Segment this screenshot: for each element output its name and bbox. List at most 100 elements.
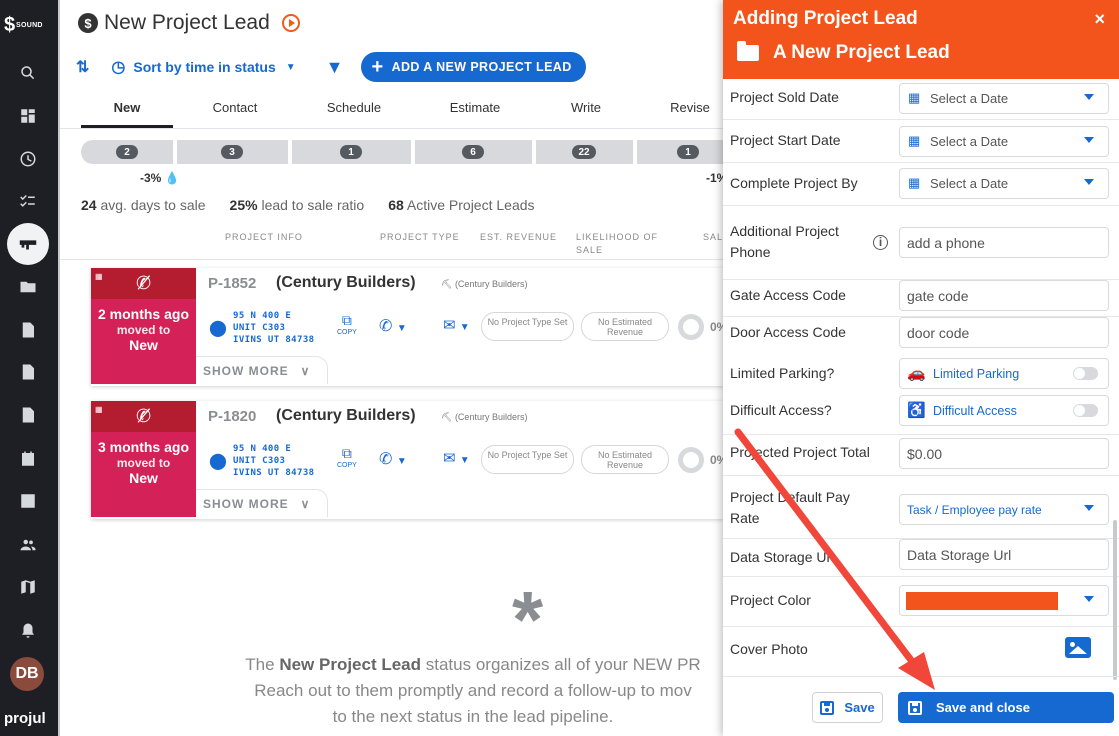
copy-address-button[interactable]: ⧉ COPY xyxy=(337,312,357,336)
leads-icon[interactable] xyxy=(7,223,49,265)
tab-estimate[interactable]: Estimate xyxy=(430,100,520,115)
clock-icon[interactable] xyxy=(14,145,42,173)
phone-dropdown[interactable]: ✆ ▼ xyxy=(379,316,407,336)
email-dropdown[interactable]: ✉ ▼ xyxy=(443,316,470,334)
form-row-parking: Limited Parking? 🚗 Limited Parking xyxy=(723,353,1119,390)
sort-dropdown[interactable]: Sort by time in status xyxy=(133,59,275,75)
save-button[interactable]: Save xyxy=(812,692,883,723)
search-icon[interactable] xyxy=(14,59,42,87)
chevron-down-icon xyxy=(1084,137,1094,143)
customer-name[interactable]: (Century Builders) xyxy=(276,407,416,425)
column-header[interactable]: PROJECT TYPE xyxy=(380,232,460,242)
pipeline-count: 6 xyxy=(462,145,484,159)
column-header[interactable]: EST. REVENUE xyxy=(480,232,557,242)
data-storage-url-input[interactable]: Data Storage Url xyxy=(899,539,1109,570)
chevron-down-icon[interactable]: ▼ xyxy=(286,62,296,73)
pipeline-count: 1 xyxy=(677,145,699,159)
sort-icon[interactable]: ⇅ xyxy=(76,57,89,77)
invoice-icon[interactable] xyxy=(14,358,42,386)
project-total-input[interactable]: $0.00 xyxy=(899,438,1109,469)
panel-scrollbar[interactable] xyxy=(1113,520,1117,680)
lead-card[interactable]: ✆̸ ▦ 2 months ago moved to New P-1852 (C… xyxy=(91,268,727,386)
document-icon[interactable] xyxy=(14,316,42,344)
customer-sub: ⛏ (Century Builders) xyxy=(441,412,528,422)
address[interactable]: 95 N 400 E UNIT C303 IVINS UT 84738 xyxy=(233,310,314,346)
lead-stats: 24 avg. days to sale 25% lead to sale ra… xyxy=(81,197,535,213)
phone-input[interactable]: add a phone xyxy=(899,227,1109,258)
pipeline-count: 22 xyxy=(572,145,596,159)
sold-date-picker[interactable]: ▦ Select a Date xyxy=(899,83,1109,114)
tab-contact[interactable]: Contact xyxy=(190,100,280,115)
phone-dropdown[interactable]: ✆ ▼ xyxy=(379,449,407,469)
copy-address-button[interactable]: ⧉ COPY xyxy=(337,445,357,469)
project-color-picker[interactable] xyxy=(899,585,1109,616)
customer-name[interactable]: (Century Builders) xyxy=(276,274,416,292)
revenue-chip[interactable]: No Estimated Revenue xyxy=(581,312,669,341)
tab-revise[interactable]: Revise xyxy=(650,100,730,115)
project-id[interactable]: P-1852 xyxy=(208,275,256,292)
tab-new[interactable]: New xyxy=(81,100,173,115)
door-code-input[interactable]: door code xyxy=(899,317,1109,348)
panel-header: Adding Project Lead × A New Project Lead xyxy=(723,0,1119,79)
map-pin-icon[interactable]: ⬤ xyxy=(209,451,227,471)
filter-icon[interactable]: ▼ xyxy=(326,57,344,78)
car-icon: 🚗 xyxy=(907,365,926,382)
form-row-cover: Cover Photo xyxy=(723,627,1119,676)
copy-icon: ⧉ xyxy=(341,445,352,461)
image-upload-icon[interactable] xyxy=(1065,637,1091,658)
map-pin-icon[interactable]: ⬤ xyxy=(209,318,227,338)
timer-icon: ◷ xyxy=(111,59,126,76)
map-icon[interactable] xyxy=(14,573,42,601)
chevron-down-icon: ▼ xyxy=(396,456,407,467)
form-row-sold-date: Project Sold Date ▦ Select a Date xyxy=(723,79,1119,120)
grid-icon[interactable]: ▦ xyxy=(95,272,103,281)
report-icon[interactable] xyxy=(14,401,42,429)
difficult-access-toggle[interactable]: ♿ Difficult Access xyxy=(899,395,1109,426)
panel-footer: Save Save and close xyxy=(723,676,1119,736)
save-and-close-button[interactable]: Save and close xyxy=(898,692,1114,723)
close-icon[interactable]: × xyxy=(1094,9,1105,30)
bell-icon[interactable] xyxy=(14,617,42,645)
folder-icon xyxy=(737,41,759,61)
column-header[interactable]: SAL xyxy=(703,232,723,242)
complete-by-date-picker[interactable]: ▦ Select a Date xyxy=(899,168,1109,199)
start-date-picker[interactable]: ▦ Select a Date xyxy=(899,126,1109,157)
column-header[interactable]: LIKELIHOOD OF SALE xyxy=(576,231,676,257)
pipeline-count: 1 xyxy=(340,145,362,159)
tab-schedule[interactable]: Schedule xyxy=(309,100,399,115)
play-video-icon[interactable] xyxy=(281,14,300,32)
avatar[interactable]: DB xyxy=(10,657,44,691)
show-more-button[interactable]: SHOW MORE ∨ xyxy=(196,356,328,384)
limited-parking-toggle[interactable]: 🚗 Limited Parking xyxy=(899,358,1109,389)
project-type-chip[interactable]: No Project Type Set xyxy=(481,445,574,474)
pipeline-count: 2 xyxy=(116,145,138,159)
dashboard-icon[interactable] xyxy=(14,102,42,130)
project-type-chip[interactable]: No Project Type Set xyxy=(481,312,574,341)
folder-icon[interactable] xyxy=(14,273,42,301)
email-dropdown[interactable]: ✉ ▼ xyxy=(443,449,470,467)
column-header[interactable]: PROJECT INFO xyxy=(225,232,303,242)
gate-code-input[interactable]: gate code xyxy=(899,280,1109,311)
lead-card[interactable]: ✆̸ ▦ 3 months ago moved to New P-1820 (C… xyxy=(91,401,727,519)
toggle-switch[interactable] xyxy=(1073,404,1098,417)
sidebar: $ SOUND DB projul xyxy=(0,0,58,736)
address[interactable]: 95 N 400 E UNIT C303 IVINS UT 84738 xyxy=(233,443,314,479)
project-id[interactable]: P-1820 xyxy=(208,408,256,425)
pay-rate-select[interactable]: Task / Employee pay rate xyxy=(899,494,1109,525)
calendar-icon: ▦ xyxy=(908,175,921,190)
add-lead-panel: Adding Project Lead × A New Project Lead… xyxy=(723,0,1119,736)
grid-icon[interactable]: ▦ xyxy=(95,405,103,414)
users-icon[interactable] xyxy=(14,531,42,559)
add-project-lead-button[interactable]: + ADD A NEW PROJECT LEAD xyxy=(361,52,586,82)
calendar-icon[interactable] xyxy=(14,445,42,473)
checklist-icon[interactable] xyxy=(14,187,42,215)
photos-icon[interactable] xyxy=(14,487,42,515)
form-row-phone: Additional Project Phone i add a phone xyxy=(723,206,1119,280)
calendar-icon: ▦ xyxy=(908,133,921,148)
revenue-chip[interactable]: No Estimated Revenue xyxy=(581,445,669,474)
tab-write[interactable]: Write xyxy=(541,100,631,115)
show-more-button[interactable]: SHOW MORE ∨ xyxy=(196,489,328,517)
info-icon[interactable]: i xyxy=(873,235,888,250)
company-logo[interactable]: $ SOUND xyxy=(4,14,56,44)
toggle-switch[interactable] xyxy=(1073,367,1098,380)
